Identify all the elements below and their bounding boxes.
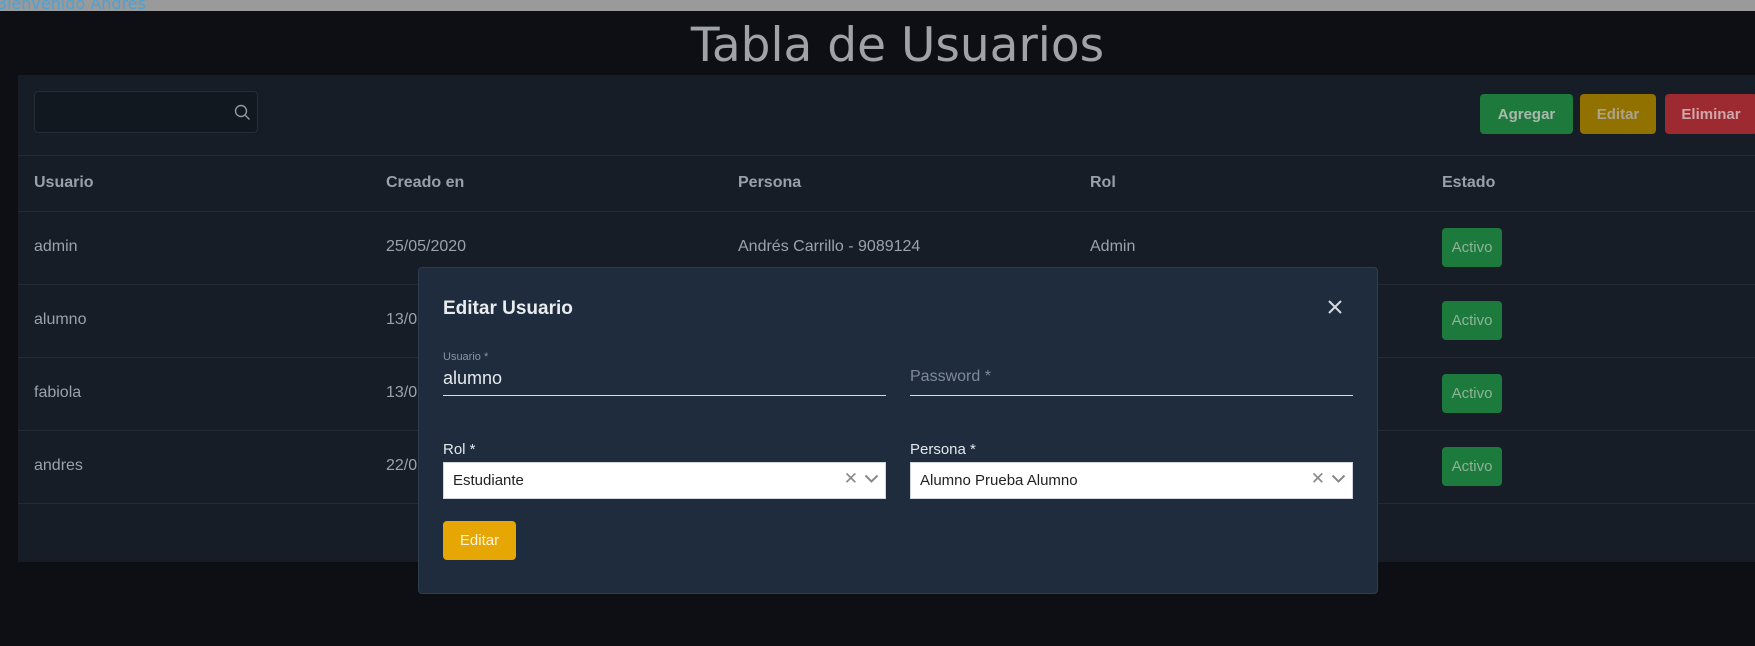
chevron-down-icon[interactable] [1331, 474, 1346, 484]
header-persona[interactable]: Persona [738, 174, 801, 192]
header-creado[interactable]: Creado en [386, 174, 464, 192]
status-badge: Activo [1442, 374, 1502, 413]
status-badge: Activo [1442, 301, 1502, 340]
chevron-down-icon[interactable] [864, 474, 879, 484]
cell-usuario: alumno [34, 311, 87, 328]
persona-select[interactable]: Alumno Prueba Alumno ✕ [910, 462, 1353, 499]
usuario-field[interactable]: alumno [443, 367, 886, 396]
welcome-text[interactable]: Bienvenido Andres [0, 0, 146, 11]
rol-value: Estudiante [453, 472, 524, 489]
cell-persona: Andrés Carrillo - 9089124 [738, 238, 921, 255]
header-rol[interactable]: Rol [1090, 174, 1116, 192]
status-badge: Activo [1442, 447, 1502, 486]
close-button[interactable] [1326, 298, 1344, 316]
edit-button[interactable]: Editar [1580, 94, 1656, 134]
status-badge: Activo [1442, 228, 1502, 267]
clear-icon[interactable]: ✕ [844, 469, 858, 489]
modal-title: Editar Usuario [443, 298, 573, 319]
cell-usuario: andres [34, 457, 83, 474]
persona-label: Persona * [910, 441, 976, 458]
delete-button[interactable]: Eliminar [1665, 94, 1755, 134]
table-header: Usuario Creado en Persona Rol Estado [18, 155, 1755, 212]
clear-icon[interactable]: ✕ [1311, 469, 1325, 489]
password-placeholder: Password * [910, 368, 991, 385]
cell-creado: 22/0 [386, 457, 418, 474]
page-title: Tabla de Usuarios [690, 18, 1105, 73]
password-field[interactable]: Password * [910, 367, 1353, 396]
search-input[interactable] [34, 91, 258, 133]
submit-edit-button[interactable]: Editar [443, 521, 516, 560]
rol-label: Rol * [443, 441, 476, 458]
rol-select[interactable]: Estudiante ✕ [443, 462, 886, 499]
close-icon [1328, 300, 1342, 314]
usuario-label: Usuario * [443, 351, 489, 363]
cell-creado: 13/0 [386, 384, 418, 401]
add-button[interactable]: Agregar [1480, 94, 1573, 134]
cell-creado: 25/05/2020 [386, 238, 467, 255]
edit-user-modal: Editar Usuario Usuario * alumno Password… [418, 267, 1378, 594]
cell-usuario: admin [34, 238, 78, 255]
top-bar: Bienvenido Andres [0, 0, 1755, 11]
cell-rol: Admin [1090, 238, 1136, 255]
table-toolbar: Agregar Editar Eliminar [18, 75, 1755, 156]
cell-usuario: fabiola [34, 384, 82, 401]
search-icon [234, 104, 250, 120]
persona-value: Alumno Prueba Alumno [920, 472, 1078, 489]
header-usuario[interactable]: Usuario [34, 174, 94, 192]
cell-creado: 13/0 [386, 311, 418, 328]
header-estado[interactable]: Estado [1442, 174, 1495, 192]
usuario-value: alumno [443, 368, 503, 388]
